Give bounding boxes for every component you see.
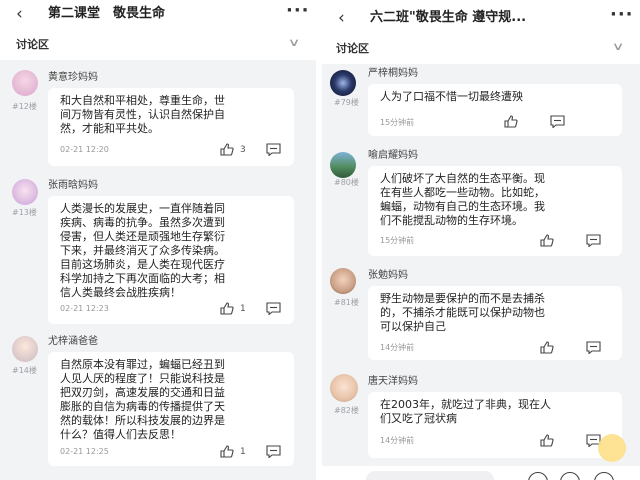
floor-number: #81楼 — [334, 298, 359, 307]
comment-card: 自然原本没有罪过，蝙蝠已经丑到 人见人厌的程度了！只能说科技是 把双刃剑，高速发… — [48, 352, 294, 466]
emoji-icon[interactable] — [528, 472, 548, 480]
comment-time: 15分钟前 — [380, 118, 415, 127]
like-count: 1 — [240, 447, 246, 457]
floor-number: #12楼 — [12, 102, 37, 111]
top-bar: ‹ 六二班"敬畏生命 遵守规... ··· — [322, 4, 640, 36]
comment-time: 14分钟前 — [380, 343, 415, 352]
back-arrow-icon[interactable]: ‹ — [338, 8, 345, 28]
comment-icon[interactable] — [266, 302, 281, 315]
floor-number: #82楼 — [334, 406, 359, 415]
thumbs-up-icon[interactable] — [540, 341, 554, 354]
comment-card: 和大自然和平相处，尊重生命，世 间万物皆有灵性，认识自然保护自 然，才能和平共处… — [48, 88, 294, 166]
thumbs-up-icon[interactable] — [220, 302, 234, 315]
comment-icon[interactable] — [266, 143, 281, 156]
username[interactable]: 严梓桐妈妈 — [368, 68, 418, 80]
comment-time: 14分钟前 — [380, 436, 415, 445]
comment-input-bar — [322, 466, 640, 480]
comment-text: 人为了口福不惜一切最终遭殃 — [380, 90, 523, 103]
avatar[interactable] — [12, 70, 38, 96]
star-icon[interactable] — [594, 472, 614, 480]
comment-time: 02-21 12:25 — [60, 447, 109, 456]
username[interactable]: 喻启耀妈妈 — [368, 150, 418, 162]
comment-text: 在2003年，就吃过了非典，现在人 们又吃了冠状病 — [380, 398, 551, 425]
avatar[interactable] — [330, 268, 356, 294]
comment-text: 野生动物是要保护的而不是去捕杀 的，不捕杀才能既可以保护动物也 可以保护自己 — [380, 292, 545, 333]
comment-card: 在2003年，就吃过了非典，现在人 们又吃了冠状病 14分钟前 — [368, 392, 622, 458]
thumbs-up-icon[interactable] — [220, 143, 234, 156]
section-header[interactable]: 讨论区 ∨ — [0, 32, 316, 60]
thumbs-up-icon[interactable] — [540, 434, 554, 447]
right-screen: ‹ 六二班"敬畏生命 遵守规... ··· 讨论区 ∨ 严梓桐妈妈 #79楼 人… — [322, 0, 640, 480]
avatar[interactable] — [12, 336, 38, 362]
comment-icon[interactable] — [586, 341, 601, 354]
comment-time: 02-21 12:20 — [60, 145, 109, 154]
top-bar: ‹ 第二课堂 敬畏生命 ··· — [0, 0, 316, 32]
username[interactable]: 张勉妈妈 — [368, 270, 408, 282]
comment-text: 自然原本没有罪过，蝙蝠已经丑到 人见人厌的程度了！只能说科技是 把双刃剑，高速发… — [60, 358, 225, 441]
thumbs-up-icon[interactable] — [540, 234, 554, 247]
comment-time: 15分钟前 — [380, 236, 415, 245]
more-dots-icon[interactable]: ··· — [286, 1, 310, 21]
username[interactable]: 黄意珍妈妈 — [48, 72, 98, 84]
comment-card: 人们破坏了大自然的生态平衡。现 在有些人都吃一些动物。比如蛇， 蝙蝠，动物有自己… — [368, 166, 622, 256]
chevron-down-icon[interactable]: ∨ — [288, 36, 301, 50]
floor-number: #14楼 — [12, 366, 37, 375]
like-count: 1 — [240, 304, 246, 314]
page-title: 第二课堂 敬畏生命 — [48, 6, 166, 21]
username[interactable]: 张雨晗妈妈 — [48, 180, 98, 192]
page-title: 六二班"敬畏生命 遵守规... — [370, 10, 527, 25]
like-count: 3 — [240, 145, 246, 155]
avatar[interactable] — [330, 374, 358, 402]
section-label: 讨论区 — [336, 42, 369, 55]
comment-card: 人为了口福不惜一切最终遭殃 15分钟前 — [368, 84, 622, 136]
avatar[interactable] — [12, 179, 38, 205]
floor-number: #13楼 — [12, 208, 37, 217]
section-header[interactable]: 讨论区 ∨ — [322, 36, 640, 64]
comment-card: 野生动物是要保护的而不是去捕杀 的，不捕杀才能既可以保护动物也 可以保护自己 1… — [368, 286, 622, 360]
section-label: 讨论区 — [16, 38, 49, 51]
comment-card: 人类漫长的发展史，一直伴随着同 疾病、病毒的抗争。虽然多次遭到 侵害，但人类还是… — [48, 196, 294, 324]
back-arrow-icon[interactable]: ‹ — [16, 4, 23, 24]
thumbs-up-icon[interactable] — [504, 115, 518, 128]
floor-number: #79楼 — [334, 98, 359, 107]
comment-text: 人类漫长的发展史，一直伴随着同 疾病、病毒的抗争。虽然多次遭到 侵害，但人类还是… — [60, 202, 225, 299]
comment-text: 人们破坏了大自然的生态平衡。现 在有些人都吃一些动物。比如蛇， 蝙蝠，动物有自己… — [380, 172, 545, 227]
comment-time: 02-21 12:23 — [60, 304, 109, 313]
chevron-down-icon[interactable]: ∨ — [612, 40, 625, 54]
status-strip — [322, 0, 640, 4]
floating-emoji-button[interactable] — [598, 434, 626, 462]
username[interactable]: 尤梓涵爸爸 — [48, 336, 98, 348]
comment-input[interactable] — [366, 471, 494, 480]
avatar[interactable] — [330, 70, 356, 96]
share-icon[interactable] — [560, 472, 580, 480]
left-screen: ‹ 第二课堂 敬畏生命 ··· 讨论区 ∨ 黄意珍妈妈 #12楼 和大自然和平相… — [0, 0, 316, 480]
comment-text: 和大自然和平相处，尊重生命，世 间万物皆有灵性，认识自然保护自 然，才能和平共处… — [60, 94, 225, 135]
comment-icon[interactable] — [266, 445, 281, 458]
thumbs-up-icon[interactable] — [220, 445, 234, 458]
username[interactable]: 唐天洋妈妈 — [368, 376, 418, 388]
more-dots-icon[interactable]: ··· — [610, 5, 634, 25]
floor-number: #80楼 — [334, 178, 359, 187]
comment-icon[interactable] — [550, 115, 565, 128]
avatar[interactable] — [330, 152, 356, 178]
comment-icon[interactable] — [586, 234, 601, 247]
